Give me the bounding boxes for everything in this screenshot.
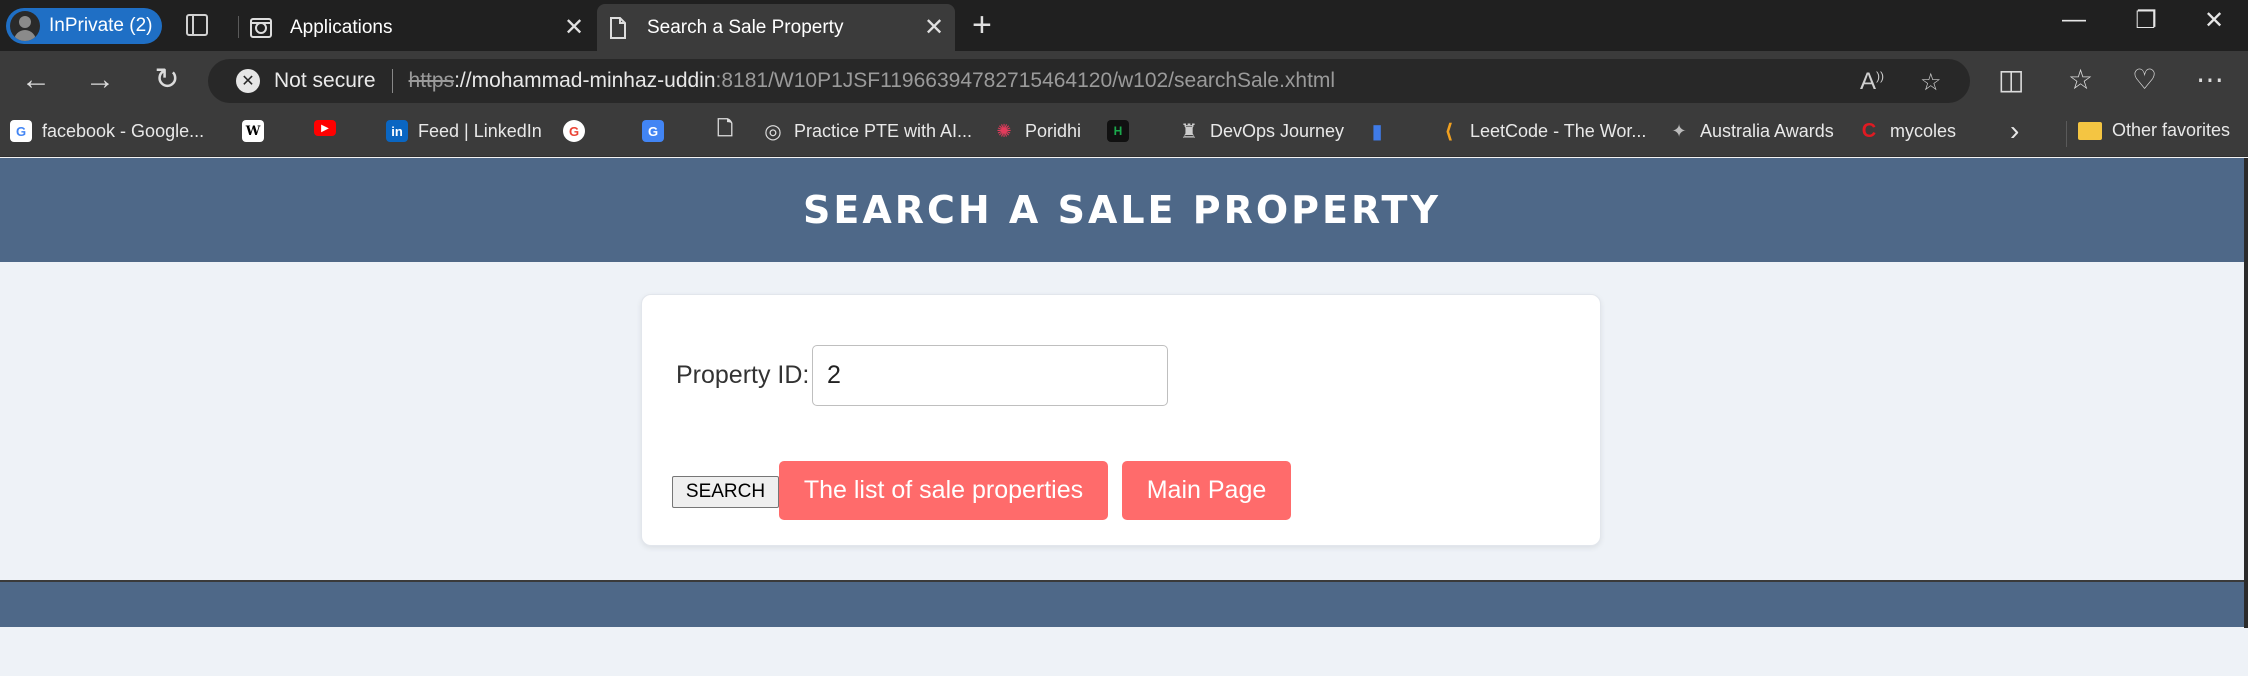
sale-properties-list-button[interactable]: The list of sale properties — [779, 461, 1108, 520]
url-host: ://mohammad-minhaz-uddin — [454, 69, 716, 92]
favorite-item[interactable]: G — [563, 120, 595, 142]
more-favorites-icon[interactable]: › — [2010, 115, 2019, 147]
favorite-item[interactable]: in Feed | LinkedIn — [386, 120, 542, 142]
favorite-item[interactable]: ⟨ LeetCode - The Wor... — [1438, 120, 1647, 143]
folder-icon — [2078, 121, 2102, 140]
not-secure-icon[interactable]: ✕ — [236, 69, 260, 93]
page-footer — [0, 580, 2244, 627]
hackerrank-icon: H — [1107, 120, 1129, 142]
favorite-item[interactable]: ♜ DevOps Journey — [1178, 120, 1345, 143]
linkedin-icon: in — [386, 120, 408, 142]
search-form-card: Property ID: SEARCH The list of sale pro… — [641, 294, 1601, 546]
favorite-label: LeetCode - The Wor... — [1470, 120, 1647, 141]
favorite-label: mycoles — [1890, 120, 1957, 141]
tab-applications[interactable]: Applications ✕ — [240, 4, 595, 51]
favorite-item[interactable]: W — [242, 120, 274, 142]
close-window-icon[interactable]: ✕ — [2184, 6, 2244, 35]
favorite-star-icon[interactable]: ☆ — [1920, 68, 1942, 97]
devops-icon: ♜ — [1180, 120, 1198, 143]
url-scheme: https — [408, 69, 455, 92]
favorite-label: Feed | LinkedIn — [418, 120, 542, 141]
search-button[interactable]: SEARCH — [672, 476, 779, 508]
favorite-item[interactable]: ✦ Australia Awards — [1668, 120, 1834, 142]
favorite-item[interactable]: G — [642, 120, 674, 142]
document-icon: 🗋 — [716, 118, 734, 140]
favorite-label: Practice PTE with AI... — [794, 120, 973, 141]
favorites-bar: G facebook - Google... W ▶ in Feed | Lin… — [0, 111, 2248, 157]
other-favorites[interactable]: Other favorites — [2078, 120, 2230, 141]
favorite-item[interactable]: G facebook - Google... — [10, 120, 204, 142]
apps-favicon — [248, 15, 274, 41]
favorite-item[interactable]: ◎ Practice PTE with AI... — [762, 120, 973, 143]
back-icon[interactable]: ← — [16, 63, 56, 97]
page-title: SEARCH A SALE PROPERTY — [803, 188, 1441, 232]
australia-awards-icon: ✦ — [1671, 120, 1687, 141]
property-id-input[interactable] — [812, 345, 1168, 406]
profile-label: InPrivate (2) — [49, 15, 153, 36]
favorite-item[interactable]: C mycoles — [1858, 120, 1956, 142]
favorite-item[interactable]: ▮ — [1366, 120, 1398, 143]
property-id-label: Property ID: — [676, 361, 810, 389]
tab-title: Search a Sale Property — [647, 16, 844, 38]
favorite-label: facebook - Google... — [42, 120, 205, 141]
forward-icon[interactable]: → — [80, 63, 120, 97]
favorite-label: Poridhi — [1025, 120, 1082, 141]
security-label[interactable]: Not secure — [274, 69, 376, 93]
new-tab-icon[interactable]: + — [972, 6, 992, 45]
tab-actions-icon[interactable] — [186, 14, 208, 36]
google-translate-icon: G — [642, 120, 664, 142]
read-aloud-icon[interactable]: A)) — [1860, 68, 1884, 96]
favorites-icon[interactable]: ☆ — [2068, 63, 2093, 96]
google-icon: G — [563, 120, 585, 142]
favorite-label: Other favorites — [2112, 120, 2231, 140]
minimize-icon[interactable]: — — [2044, 6, 2104, 34]
scrollbar[interactable] — [2244, 158, 2248, 628]
url-path: :8181/W10P1JSF11966394782715464120/w102/… — [715, 69, 1336, 92]
page-header: SEARCH A SALE PROPERTY — [0, 158, 2244, 262]
tab-title: Applications — [290, 16, 393, 38]
favorites-divider — [2066, 121, 2067, 147]
more-menu-icon[interactable]: ⋯ — [2196, 63, 2224, 96]
tab-search-sale[interactable]: Search a Sale Property ✕ — [597, 4, 955, 51]
navigation-bar: ← → ↻ ✕ Not secure https ://mohammad-min… — [0, 51, 2248, 111]
tab-separator — [238, 16, 239, 38]
browser-essentials-icon[interactable]: ♡ — [2132, 63, 2157, 96]
close-tab-icon[interactable]: ✕ — [559, 13, 589, 42]
page-content: SEARCH A SALE PROPERTY Property ID: SEAR… — [0, 158, 2248, 676]
favorite-item[interactable]: ▶ — [314, 120, 346, 136]
refresh-icon[interactable]: ↻ — [147, 63, 187, 97]
chart-favicon-icon: ▮ — [1371, 120, 1383, 143]
google-icon: G — [10, 120, 32, 142]
youtube-icon: ▶ — [314, 120, 336, 136]
favorite-label: Australia Awards — [1700, 120, 1834, 141]
pte-icon: ◎ — [764, 120, 782, 143]
favorite-item[interactable]: H — [1107, 120, 1139, 142]
browser-titlebar: InPrivate (2) Applications ✕ Search a Sa… — [0, 0, 2248, 51]
favorite-item[interactable]: ✺ Poridhi — [993, 120, 1081, 142]
wikipedia-icon: W — [242, 120, 264, 142]
favorite-item[interactable]: 🗋 — [714, 118, 746, 142]
page-icon — [605, 15, 631, 41]
avatar — [10, 11, 40, 41]
leetcode-icon: ⟨ — [1444, 120, 1454, 143]
inprivate-profile-button[interactable]: InPrivate (2) — [6, 8, 162, 44]
poridhi-icon: ✺ — [996, 120, 1012, 141]
url-divider — [391, 69, 393, 93]
restore-icon[interactable]: ❐ — [2116, 6, 2176, 35]
coles-icon: C — [1861, 119, 1877, 142]
address-bar[interactable]: ✕ Not secure https ://mohammad-minhaz-ud… — [208, 59, 1970, 103]
favorite-label: DevOps Journey — [1210, 120, 1345, 141]
split-screen-icon[interactable]: ◫ — [1998, 63, 2024, 96]
close-tab-icon[interactable]: ✕ — [919, 13, 949, 42]
main-page-button[interactable]: Main Page — [1122, 461, 1291, 520]
